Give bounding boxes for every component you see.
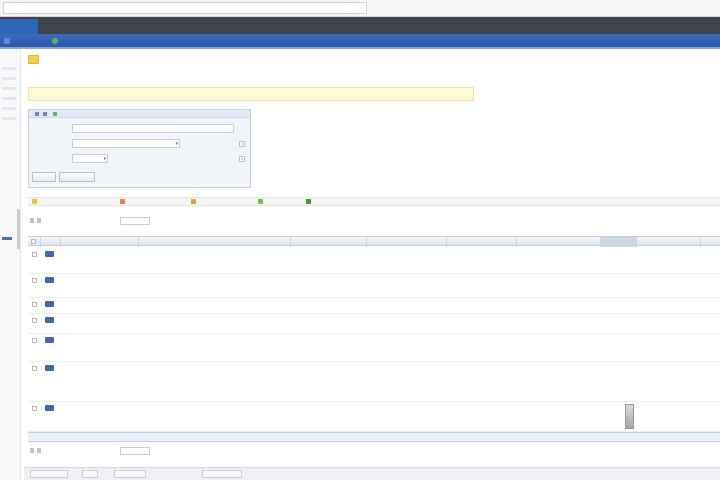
column-header[interactable] [366, 237, 446, 247]
date-select[interactable]: ▾ [72, 154, 108, 163]
filter-header [29, 110, 250, 118]
collapse-icon[interactable] [35, 112, 39, 116]
table-row[interactable] [28, 314, 720, 334]
table-row[interactable] [28, 274, 720, 298]
table-row[interactable] [28, 248, 720, 274]
column-header[interactable] [636, 237, 700, 247]
row-checkbox[interactable] [32, 406, 37, 411]
column-header[interactable] [290, 237, 366, 247]
filter-row-name [32, 124, 248, 134]
browser-address-bar [0, 0, 720, 17]
document-icon [45, 301, 54, 307]
prev-page-icon[interactable] [30, 218, 34, 223]
table-row[interactable] [28, 334, 720, 362]
row-checkbox[interactable] [32, 278, 37, 283]
name-input[interactable] [72, 124, 234, 133]
reset-filter-button[interactable] [59, 172, 95, 182]
status-item[interactable] [30, 470, 68, 478]
status-item[interactable] [82, 470, 98, 478]
sidebar-item[interactable] [2, 97, 16, 100]
toolbar-delete-button[interactable] [120, 199, 126, 205]
action-toolbar [28, 197, 720, 206]
chevron-down-icon: ▾ [175, 141, 178, 147]
sidebar-scrollbar[interactable] [17, 209, 20, 249]
column-header[interactable] [516, 237, 600, 247]
filter-actions [32, 172, 248, 182]
document-icon [45, 405, 54, 411]
filter-panel: ▾ × ▾ × [28, 109, 251, 188]
sidebar-item[interactable] [2, 67, 16, 70]
page-size-select[interactable] [120, 447, 150, 455]
toolbar-excel-button[interactable] [306, 199, 312, 205]
toolbar-add-button[interactable] [32, 199, 38, 205]
document-icon [45, 337, 54, 343]
app-tab[interactable] [0, 19, 38, 34]
nav-item-home[interactable] [4, 37, 12, 45]
select-all-checkbox[interactable] [31, 239, 36, 244]
toolbar-export-button[interactable] [258, 199, 264, 205]
column-header[interactable] [700, 237, 720, 247]
sidebar-item[interactable] [2, 117, 16, 120]
column-header[interactable] [40, 237, 60, 247]
delete-icon [120, 199, 125, 205]
column-header[interactable] [446, 237, 516, 247]
leaf-icon [52, 37, 58, 44]
move-icon [191, 199, 196, 205]
column-header[interactable] [138, 237, 290, 247]
column-header[interactable] [60, 237, 138, 247]
row-checkbox[interactable] [32, 302, 37, 307]
sidebar-item[interactable] [2, 87, 16, 90]
sidebar-item[interactable] [2, 77, 16, 80]
notice-banner [28, 87, 474, 101]
filter-row-date: ▾ × [32, 154, 248, 164]
grid-footer [28, 432, 720, 442]
row-checkbox[interactable] [32, 338, 37, 343]
chevron-down-icon: ▾ [103, 156, 106, 162]
prev-page-icon[interactable] [30, 448, 34, 453]
filter-row-type: ▾ × [32, 139, 248, 149]
table-row[interactable] [28, 362, 720, 402]
column-header-sorted[interactable] [600, 237, 636, 247]
expand-icon[interactable]: × [239, 141, 245, 147]
expand-icon[interactable]: × [239, 156, 245, 162]
filter-icon [53, 112, 57, 116]
status-item[interactable] [202, 470, 242, 478]
folder-icon [28, 55, 39, 64]
left-sidebar [0, 49, 21, 480]
export-icon [258, 199, 263, 205]
sidebar-item[interactable] [2, 107, 16, 110]
breadcrumb[interactable] [28, 71, 388, 79]
url-field[interactable] [3, 2, 367, 14]
row-checkbox[interactable] [32, 252, 37, 257]
next-page-icon[interactable] [37, 218, 41, 223]
document-icon [45, 277, 54, 283]
row-checkbox[interactable] [32, 318, 37, 323]
document-icon [45, 365, 54, 371]
column-header-select[interactable] [28, 237, 40, 247]
table-row[interactable] [28, 402, 720, 432]
star-icon [32, 199, 37, 205]
status-bar [24, 467, 720, 480]
apply-filter-button[interactable] [32, 172, 56, 182]
image-thumbnail[interactable] [625, 404, 634, 429]
app-title-bar [0, 17, 720, 34]
home-icon [4, 37, 10, 44]
grid-header [28, 236, 720, 247]
sidebar-active-marker [2, 237, 12, 240]
nav-item-green[interactable] [52, 37, 60, 45]
type-select[interactable]: ▾ [72, 139, 180, 148]
table-row[interactable] [28, 298, 720, 314]
status-item[interactable] [114, 470, 146, 478]
main-content: ▾ × ▾ × [24, 49, 720, 480]
excel-icon [306, 199, 311, 205]
document-icon [45, 317, 54, 323]
top-navigation [0, 34, 720, 47]
row-checkbox[interactable] [32, 366, 37, 371]
document-icon [45, 251, 54, 257]
next-page-icon[interactable] [37, 448, 41, 453]
toolbar-move-button[interactable] [191, 199, 197, 205]
page-size-select[interactable] [120, 217, 150, 225]
settings-icon[interactable] [43, 112, 47, 116]
